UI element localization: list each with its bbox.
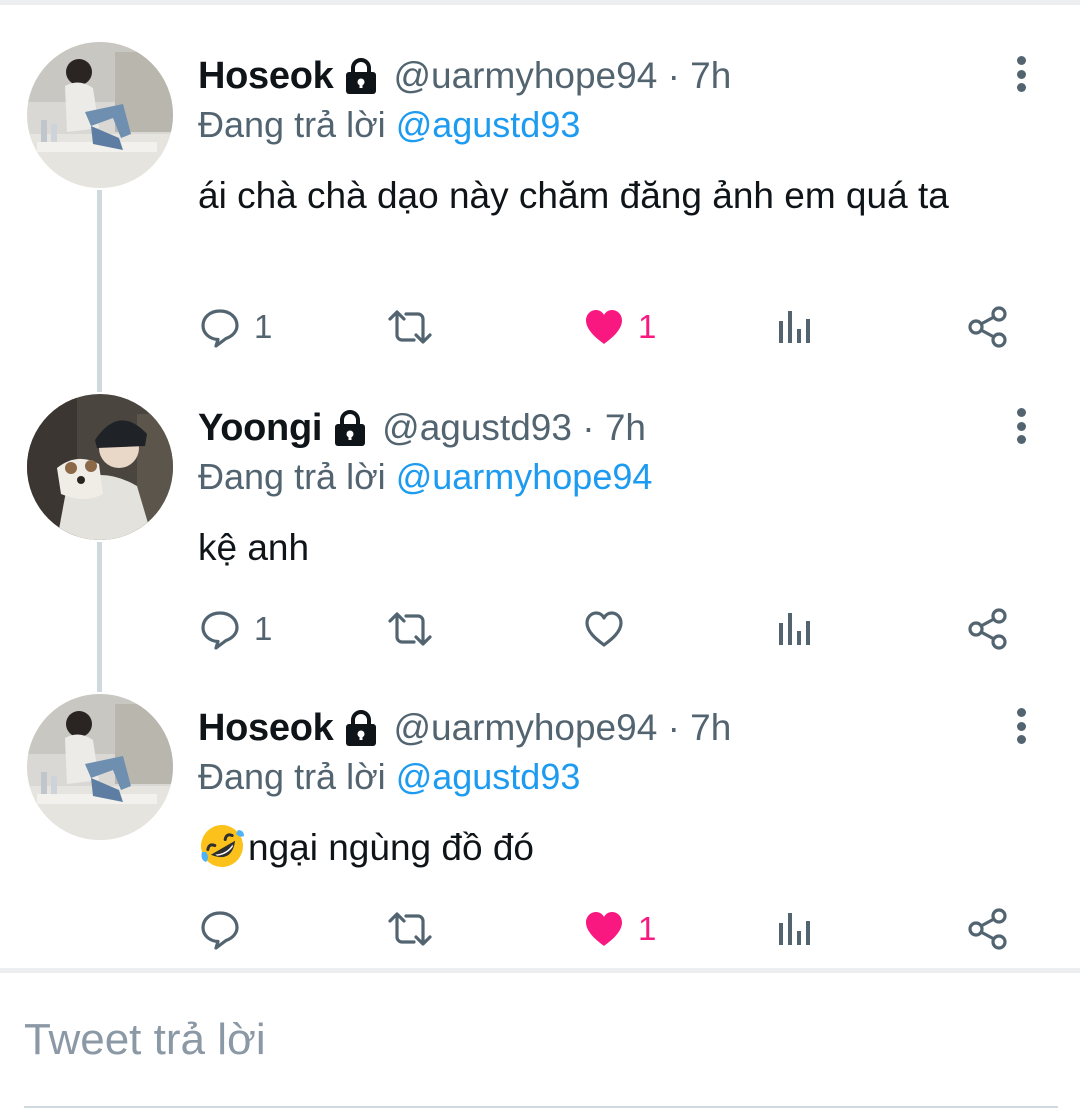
analytics-button[interactable] <box>776 302 816 352</box>
tweet-header: Hoseok @uarmyhope94 · 7h <box>198 702 731 754</box>
avatar[interactable] <box>27 694 173 840</box>
thread-connector-line <box>97 190 102 392</box>
share-icon <box>968 306 1007 348</box>
tweet-actions: 1 <box>198 604 1028 654</box>
tweet-actions: 1 1 <box>198 302 1028 352</box>
share-button[interactable] <box>966 604 1010 654</box>
reply-button[interactable]: 1 <box>198 302 272 352</box>
reply-count: 1 <box>254 610 273 647</box>
lock-icon <box>341 708 381 748</box>
more-options-icon[interactable] <box>1006 54 1036 94</box>
compose-divider <box>0 968 1080 973</box>
tweet-actions: 1 <box>198 904 1028 954</box>
replying-to-mention[interactable]: @agustd93 <box>396 104 581 145</box>
reply-count: 1 <box>254 308 273 345</box>
like-button[interactable]: 1 <box>582 302 656 352</box>
replying-to: Đang trả lời @agustd93 <box>198 104 580 146</box>
display-name[interactable]: Yoongi <box>198 407 322 450</box>
like-button[interactable]: 1 <box>582 904 656 954</box>
retweet-button[interactable] <box>386 904 434 954</box>
share-icon <box>968 608 1007 650</box>
tweet-text: ngại ngùng đồ đó <box>198 822 1038 874</box>
thread-connector-line <box>97 542 102 692</box>
analytics-button[interactable] <box>776 904 816 954</box>
retweet-button[interactable] <box>386 604 434 654</box>
reply-icon <box>201 611 239 650</box>
analytics-icon <box>779 311 810 343</box>
avatar[interactable] <box>27 42 173 188</box>
reply-icon <box>201 309 239 348</box>
handle-and-time[interactable]: @uarmyhope94 · 7h <box>393 55 731 97</box>
lock-icon <box>330 408 370 448</box>
like-count: 1 <box>638 308 657 345</box>
heart-filled-icon <box>586 310 622 344</box>
replying-to: Đang trả lời @agustd93 <box>198 756 580 798</box>
handle-and-time[interactable]: @agustd93 · 7h <box>382 407 646 449</box>
tweet-text: kệ anh <box>198 527 310 568</box>
retweet-icon <box>388 612 432 646</box>
replying-to-label: Đang trả lời <box>198 104 396 145</box>
avatar-photo-person-with-dog <box>27 394 173 540</box>
like-count: 1 <box>638 910 657 947</box>
analytics-icon <box>779 613 810 645</box>
reply-icon <box>201 911 239 950</box>
heart-filled-icon <box>586 912 622 946</box>
analytics-icon <box>779 913 810 945</box>
top-divider <box>0 0 1080 5</box>
display-name[interactable]: Hoseok <box>198 707 334 750</box>
share-button[interactable] <box>966 302 1010 352</box>
reply-compose-input[interactable]: Tweet trả lời <box>24 1010 1060 1070</box>
tweet-header: Yoongi @agustd93 · 7h <box>198 402 646 454</box>
avatar-photo-seated-person <box>27 42 173 188</box>
share-icon <box>968 908 1007 950</box>
rolling-on-floor-laughing-emoji-icon <box>198 822 246 870</box>
tweet-text-content: ngại ngùng đồ đó <box>248 827 534 868</box>
like-button[interactable] <box>582 604 626 654</box>
reply-button[interactable] <box>198 904 242 954</box>
retweet-icon <box>388 310 432 344</box>
more-options-icon[interactable] <box>1006 406 1036 446</box>
lock-icon <box>341 56 381 96</box>
tweet-header: Hoseok @uarmyhope94 · 7h <box>198 50 731 102</box>
reply-button[interactable]: 1 <box>198 604 272 654</box>
retweet-button[interactable] <box>386 302 434 352</box>
replying-to-label: Đang trả lời <box>198 456 396 497</box>
replying-to-mention[interactable]: @agustd93 <box>396 756 581 797</box>
heart-outline-icon <box>585 611 623 647</box>
avatar[interactable] <box>27 394 173 540</box>
handle-and-time[interactable]: @uarmyhope94 · 7h <box>393 707 731 749</box>
replying-to-label: Đang trả lời <box>198 756 396 797</box>
replying-to-mention[interactable]: @uarmyhope94 <box>396 456 653 497</box>
retweet-icon <box>388 912 432 946</box>
analytics-button[interactable] <box>776 604 816 654</box>
replying-to: Đang trả lời @uarmyhope94 <box>198 456 652 498</box>
tweet-text: ái chà chà dạo này chăm đăng ảnh em quá … <box>198 175 949 216</box>
compose-underline <box>24 1106 1058 1108</box>
more-options-icon[interactable] <box>1006 706 1036 746</box>
share-button[interactable] <box>966 904 1010 954</box>
avatar-photo-seated-person <box>27 694 173 840</box>
display-name[interactable]: Hoseok <box>198 55 334 98</box>
